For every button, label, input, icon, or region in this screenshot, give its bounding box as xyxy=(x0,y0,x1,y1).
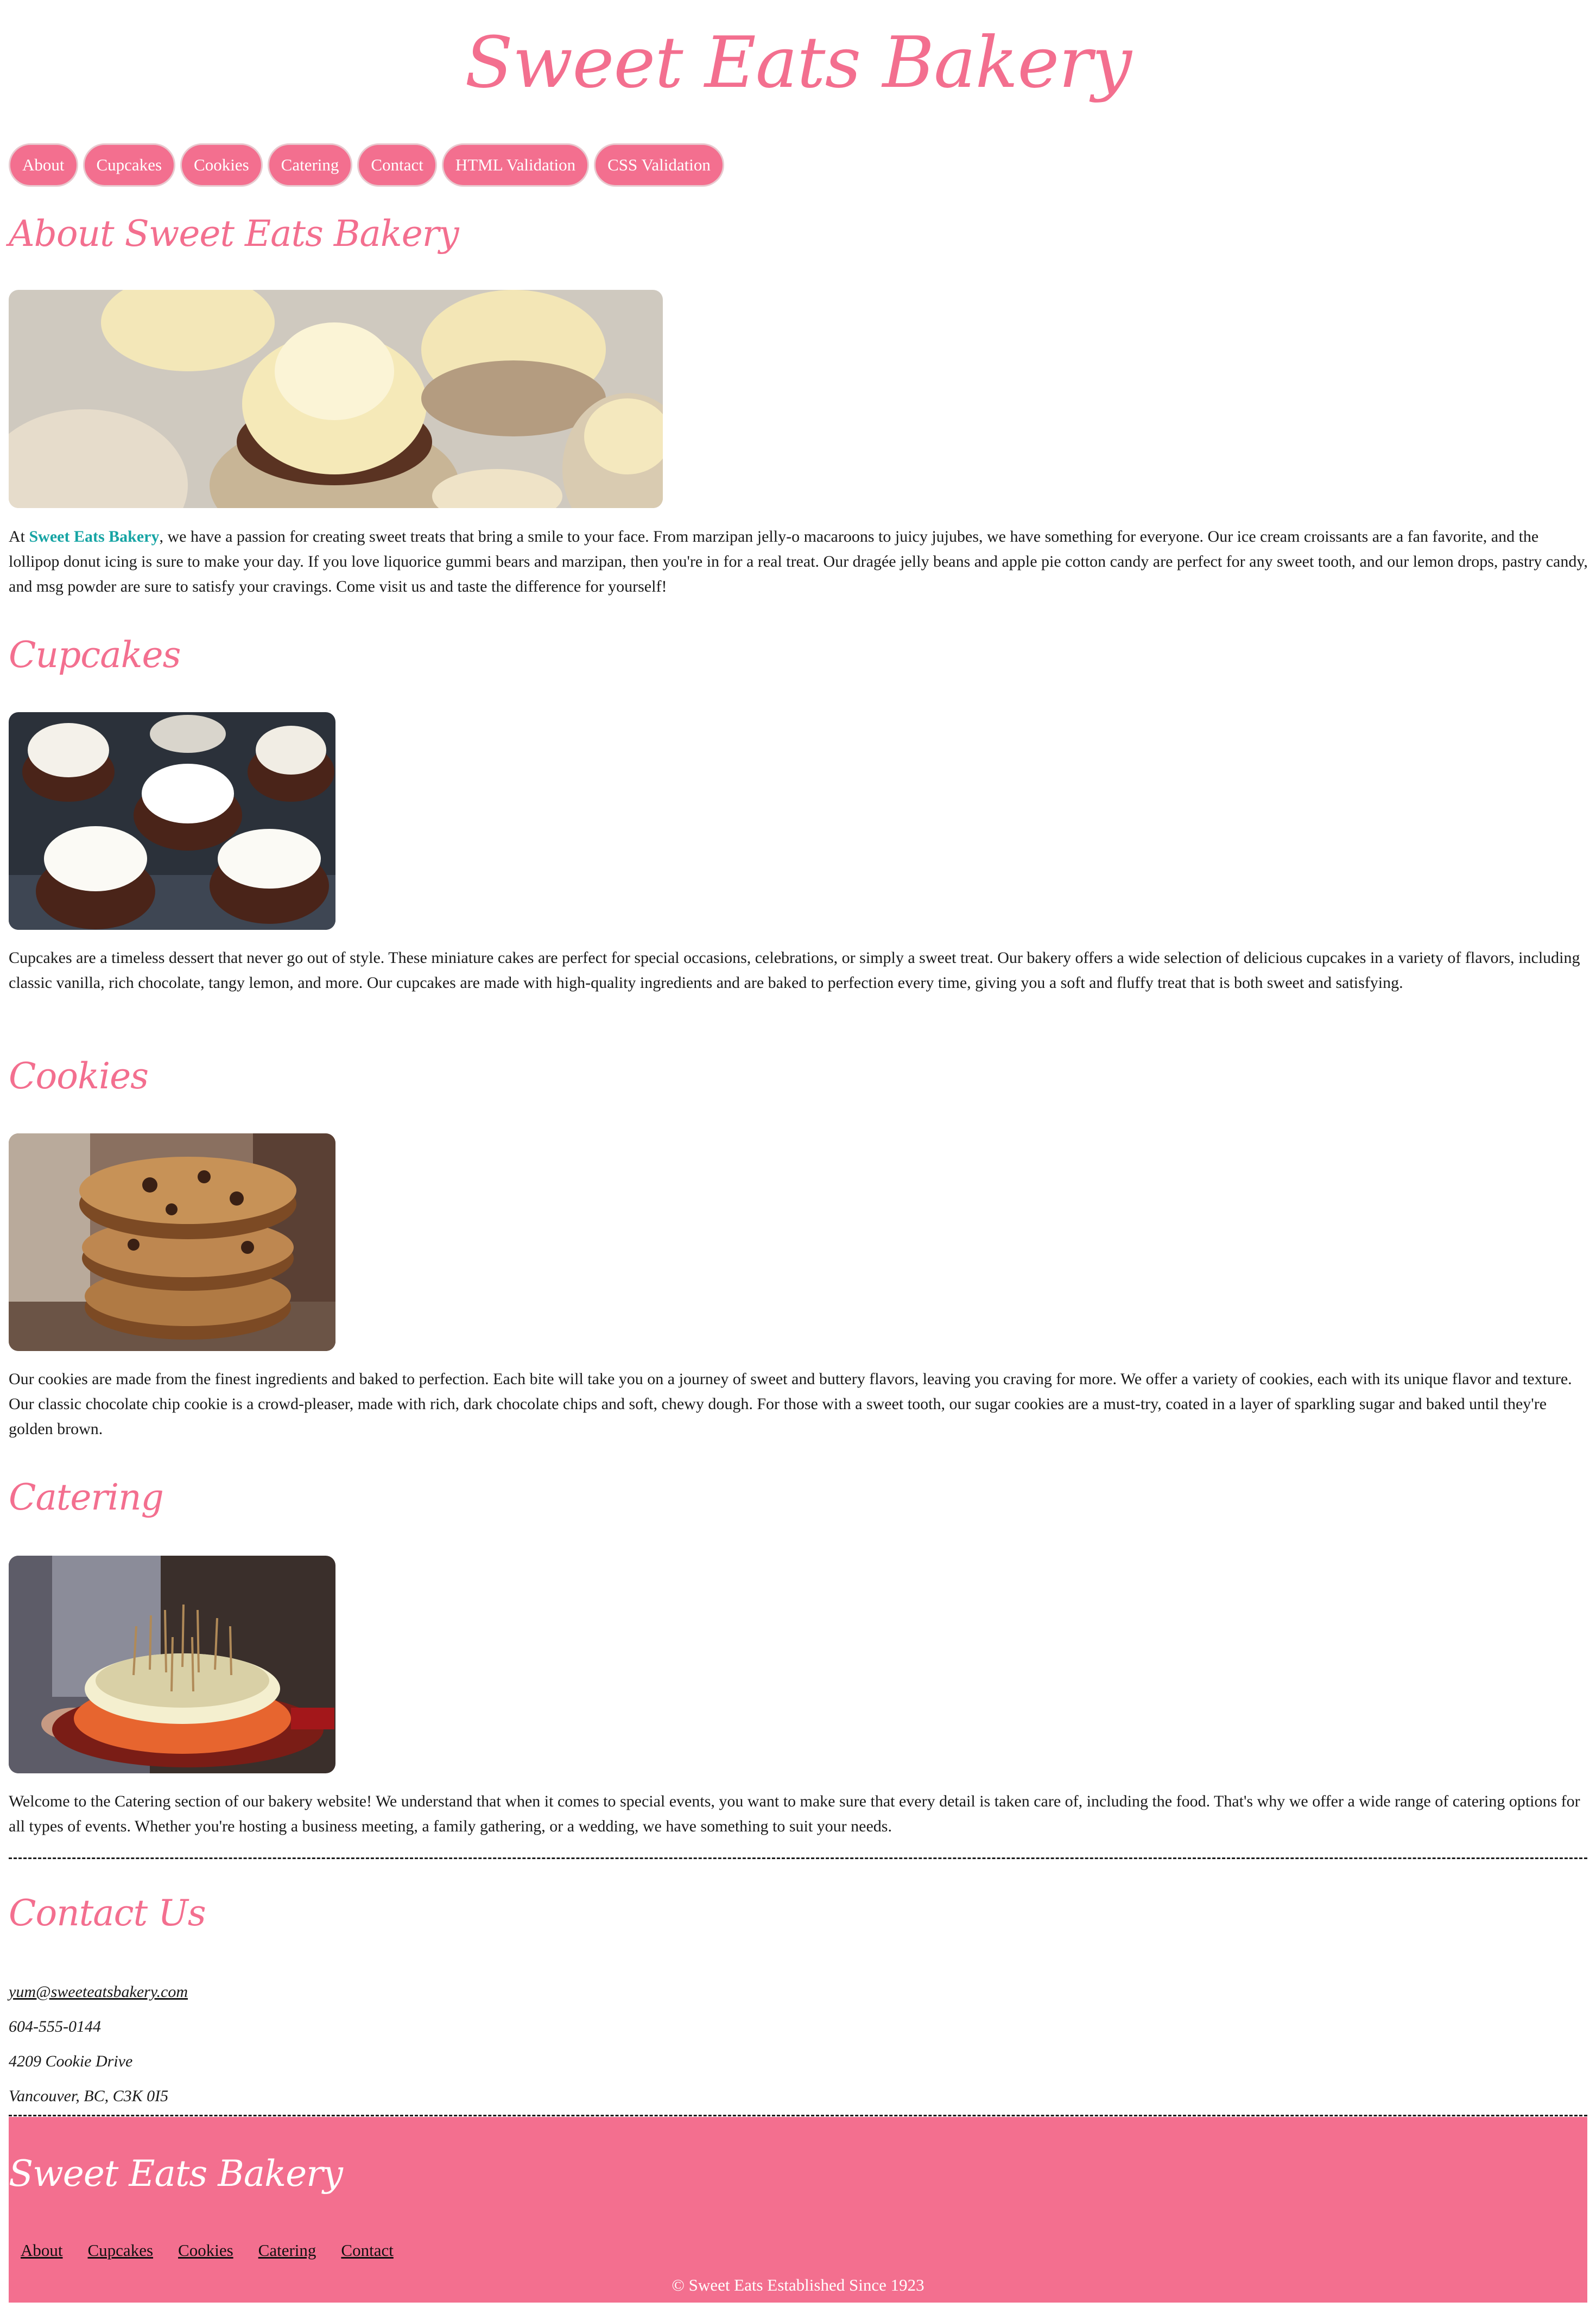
nav-cookies[interactable]: Cookies xyxy=(180,143,263,187)
contact-email[interactable]: yum@sweeteatsbakery.com xyxy=(9,1981,188,2003)
footer-link-cupcakes[interactable]: Cupcakes xyxy=(88,2240,154,2261)
footer-divider xyxy=(9,2115,1587,2116)
contact-phone: 604-555-0144 xyxy=(9,2018,101,2036)
site-title: Sweet Eats Bakery xyxy=(465,21,1132,104)
about-lead: At xyxy=(9,528,29,546)
contact-city: Vancouver, BC, C3K 0I5 xyxy=(9,2087,169,2105)
page: Sweet Eats Bakery About Cupcakes Cookies… xyxy=(0,0,1596,2308)
footer-link-contact[interactable]: Contact xyxy=(341,2240,393,2261)
footer-link-catering[interactable]: Catering xyxy=(258,2240,316,2261)
nav-html-validation[interactable]: HTML Validation xyxy=(441,143,590,187)
footer-link-cookies[interactable]: Cookies xyxy=(178,2240,233,2261)
about-body: , we have a passion for creating sweet t… xyxy=(9,528,1588,595)
cake-with-candles-photo xyxy=(9,1556,335,1773)
chocolate-cupcakes-photo xyxy=(9,712,335,930)
main-nav: About Cupcakes Cookies Catering Contact … xyxy=(9,143,724,187)
cookies-text: Our cookies are made from the finest ing… xyxy=(9,1370,1572,1438)
about-text: At Sweet Eats Bakery, we have a passion … xyxy=(9,524,1588,599)
section-divider xyxy=(9,1857,1587,1859)
cupcakes-text: Cupcakes are a timeless dessert that nev… xyxy=(9,949,1580,992)
catering-text: Welcome to the Catering section of our b… xyxy=(9,1792,1580,1835)
footer-link-about[interactable]: About xyxy=(21,2240,63,2261)
cupcakes-photo xyxy=(9,290,663,508)
nav-css-validation[interactable]: CSS Validation xyxy=(594,143,724,187)
catering-heading: Catering xyxy=(9,1476,164,1518)
nav-cupcakes[interactable]: Cupcakes xyxy=(83,143,176,187)
footer-nav: About Cupcakes Cookies Catering Contact xyxy=(21,2240,394,2261)
cupcakes-heading: Cupcakes xyxy=(9,634,181,676)
nav-contact[interactable]: Contact xyxy=(357,143,437,187)
email-link[interactable]: yum@sweeteatsbakery.com xyxy=(9,1983,188,2001)
contact-street: 4209 Cookie Drive xyxy=(9,2052,133,2070)
footer-title: Sweet Eats Bakery xyxy=(9,2153,343,2195)
nav-catering[interactable]: Catering xyxy=(267,143,353,187)
brand-inline: Sweet Eats Bakery xyxy=(29,528,160,546)
copyright-text: © Sweet Eats Established Since 1923 xyxy=(672,2275,924,2294)
contact-heading: Contact Us xyxy=(9,1892,206,1934)
cookies-heading: Cookies xyxy=(9,1055,149,1097)
footer: Sweet Eats Bakery About Cupcakes Cookies… xyxy=(9,2117,1587,2303)
about-heading: About Sweet Eats Bakery xyxy=(9,213,459,255)
nav-about[interactable]: About xyxy=(9,143,78,187)
cookie-stack-photo xyxy=(9,1133,335,1351)
